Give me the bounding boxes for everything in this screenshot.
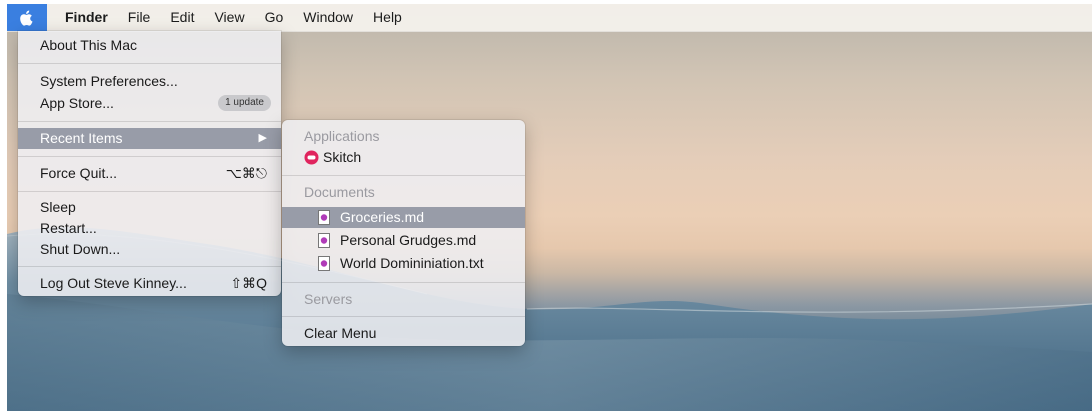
app-label: Skitch xyxy=(323,149,362,165)
menu-item-app-store[interactable]: App Store... 1 update xyxy=(18,93,281,114)
menu-item-label: Shut Down... xyxy=(40,241,121,257)
menu-item-label: System Preferences... xyxy=(40,73,178,89)
menubar-window[interactable]: Window xyxy=(293,4,363,31)
apple-menu: About This Mac System Preferences... App… xyxy=(18,31,281,296)
menubar-go[interactable]: Go xyxy=(255,4,294,31)
submenu-arrow-icon: ▶ xyxy=(258,132,267,144)
menubar-help[interactable]: Help xyxy=(363,4,412,31)
menu-item-label: Recent Items xyxy=(40,130,123,146)
document-label: Personal Grudges.md xyxy=(340,232,477,248)
recent-doc-world-domination[interactable]: World Domininiation.txt xyxy=(282,253,525,274)
menu-item-log-out[interactable]: Log Out Steve Kinney... ⇧⌘Q xyxy=(18,273,281,294)
apple-menu-button[interactable] xyxy=(7,4,47,31)
document-label: World Domininiation.txt xyxy=(340,255,484,271)
menu-item-label: Force Quit... xyxy=(40,165,118,181)
menu-item-about[interactable]: About This Mac xyxy=(18,35,281,56)
desktop: Finder File Edit View Go Window Help Abo… xyxy=(7,4,1092,411)
menu-item-label: Clear Menu xyxy=(304,325,377,341)
markdown-file-icon xyxy=(318,233,330,248)
recent-doc-personal-grudges[interactable]: Personal Grudges.md xyxy=(282,230,525,251)
recent-doc-groceries[interactable]: Groceries.md xyxy=(282,207,525,228)
menu-item-sleep[interactable]: Sleep xyxy=(18,197,281,218)
menu-item-system-preferences[interactable]: System Preferences... xyxy=(18,71,281,92)
recent-items-submenu: Applications Skitch Documents Groceries.… xyxy=(282,120,525,346)
keyboard-shortcut: ⌥⌘⎋ xyxy=(225,165,267,181)
apple-logo-icon xyxy=(20,10,33,26)
menu-item-shut-down[interactable]: Shut Down... xyxy=(18,239,281,260)
menu-separator xyxy=(282,316,525,317)
keyboard-shortcut: ⇧⌘Q xyxy=(230,275,267,291)
menu-separator xyxy=(282,175,525,176)
skitch-app-icon xyxy=(304,150,319,165)
menu-separator xyxy=(18,121,281,122)
menu-item-label: Log Out Steve Kinney... xyxy=(40,275,187,291)
menubar-file[interactable]: File xyxy=(118,4,161,31)
menu-item-label: App Store... xyxy=(40,95,114,111)
menubar-edit[interactable]: Edit xyxy=(160,4,204,31)
menu-item-force-quit[interactable]: Force Quit... ⌥⌘⎋ xyxy=(18,163,281,184)
menu-item-label: Sleep xyxy=(40,199,76,215)
markdown-file-icon xyxy=(318,210,330,225)
update-badge: 1 update xyxy=(218,95,271,111)
menu-item-clear-menu[interactable]: Clear Menu xyxy=(282,323,525,344)
menu-separator xyxy=(282,282,525,283)
section-header-applications: Applications xyxy=(304,128,380,144)
menubar-view[interactable]: View xyxy=(204,4,254,31)
menu-bar: Finder File Edit View Go Window Help xyxy=(7,4,1092,32)
menu-item-restart[interactable]: Restart... xyxy=(18,218,281,239)
menu-separator xyxy=(18,156,281,157)
menu-item-recent-items[interactable]: Recent Items ▶ xyxy=(18,128,281,149)
menu-separator xyxy=(18,191,281,192)
menu-separator xyxy=(18,63,281,64)
menubar-finder[interactable]: Finder xyxy=(47,4,118,31)
recent-app-skitch[interactable]: Skitch xyxy=(282,147,525,168)
section-header-servers: Servers xyxy=(304,291,353,307)
text-file-icon xyxy=(318,256,330,271)
section-header-documents: Documents xyxy=(304,184,375,200)
document-label: Groceries.md xyxy=(340,209,425,225)
menu-separator xyxy=(18,266,281,267)
menu-item-label: About This Mac xyxy=(40,37,138,53)
menu-item-label: Restart... xyxy=(40,220,97,236)
